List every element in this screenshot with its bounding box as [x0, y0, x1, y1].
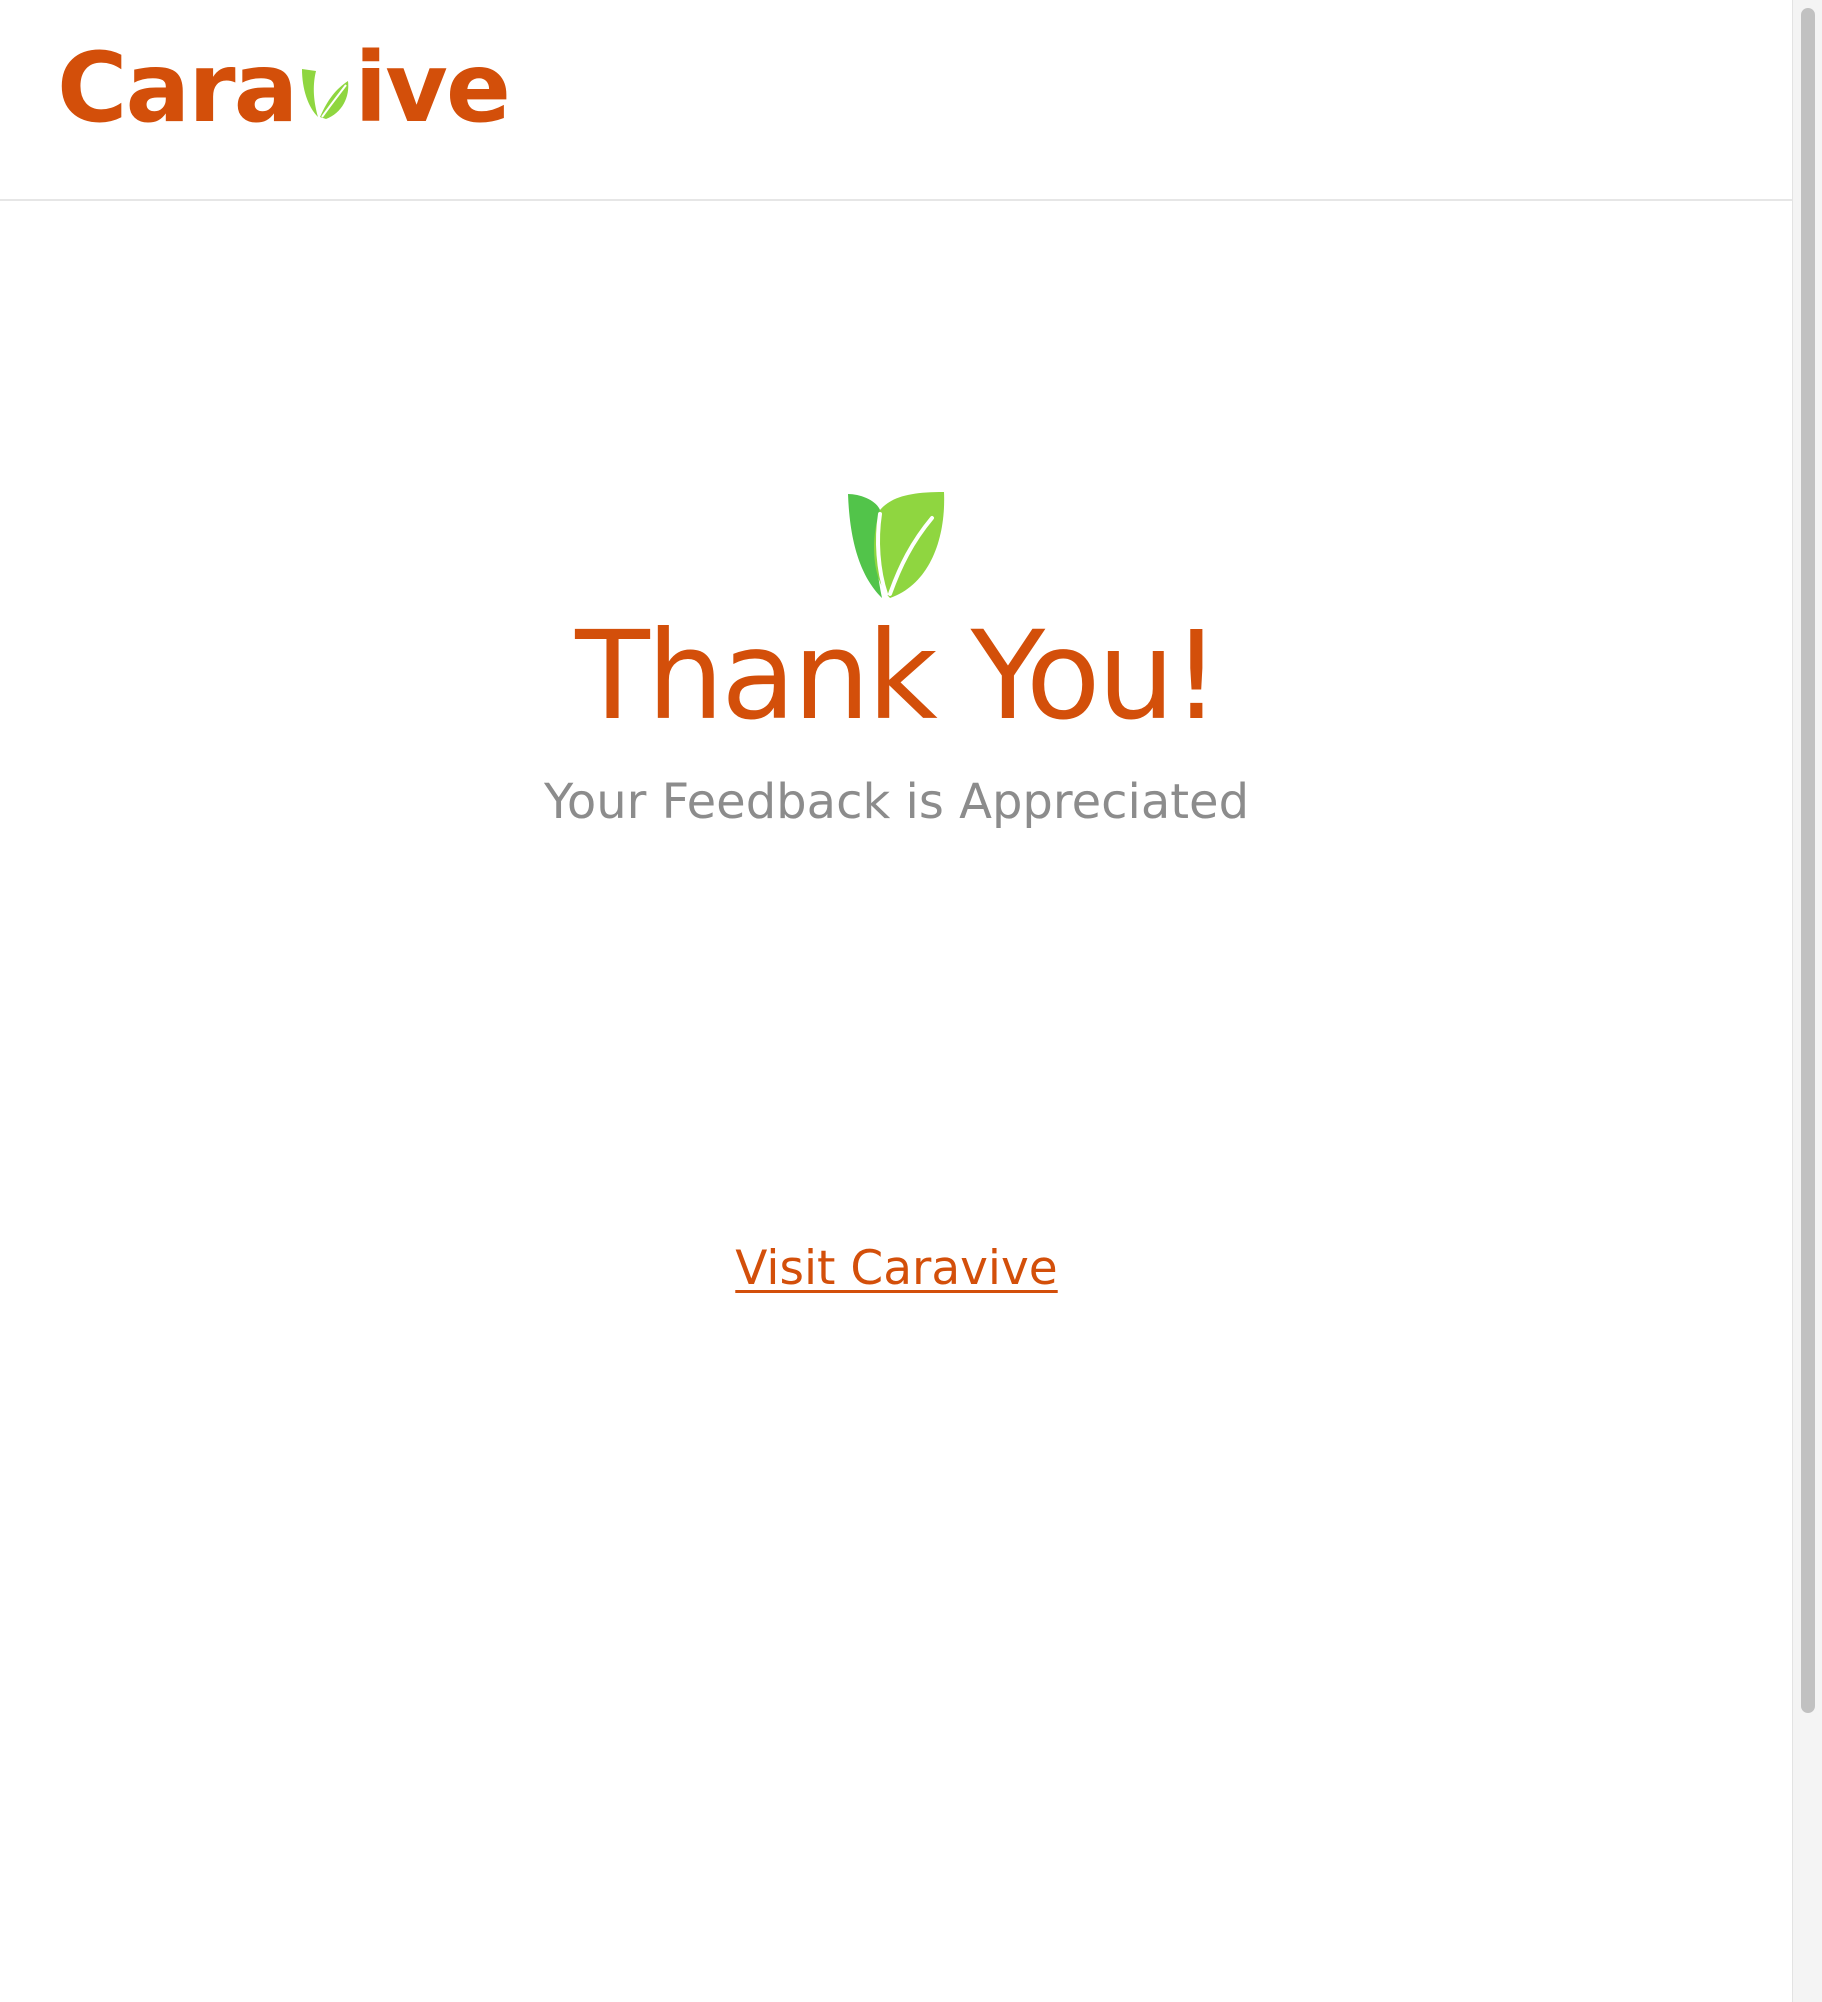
logo-text-end: ive: [354, 32, 511, 144]
leaf-icon: [298, 59, 352, 121]
page-subtitle: Your Feedback is Appreciated: [543, 774, 1250, 830]
caravive-logo[interactable]: Cara ive: [57, 32, 511, 150]
leaf-icon: [846, 490, 946, 600]
visit-caravive-link[interactable]: Visit Caravive: [735, 1241, 1057, 1296]
vertical-scrollbar[interactable]: [1792, 0, 1822, 2002]
site-header: Cara ive: [0, 0, 1793, 201]
scrollbar-thumb[interactable]: [1801, 8, 1815, 1713]
page: Cara ive Thank You! Your Feedback is App…: [0, 0, 1822, 2002]
logo-text-start: Cara: [57, 32, 298, 144]
main-content: Thank You! Your Feedback is Appreciated …: [0, 200, 1793, 2000]
page-title: Thank You!: [575, 605, 1221, 747]
visit-link-container: Visit Caravive: [0, 1245, 1793, 1292]
